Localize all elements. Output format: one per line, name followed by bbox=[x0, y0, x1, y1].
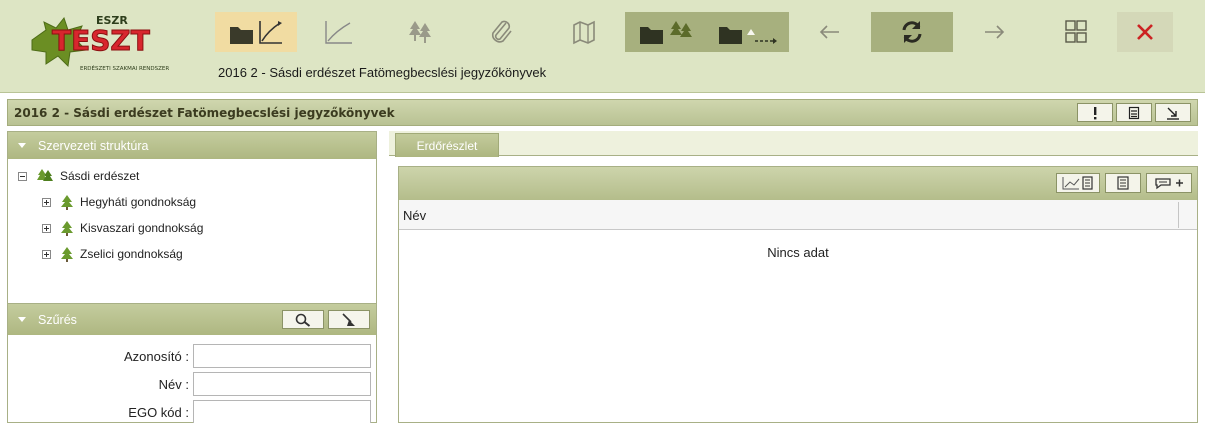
alert-icon bbox=[1094, 106, 1097, 119]
grid-toolbar-buttons bbox=[1056, 173, 1192, 193]
grid-view-button[interactable] bbox=[1035, 12, 1117, 52]
tab-label: Erdőrészlet bbox=[416, 138, 478, 153]
name-label: Név : bbox=[158, 377, 189, 392]
tree-expand-icon[interactable] bbox=[42, 249, 51, 259]
folder-trees-arrow-button[interactable] bbox=[707, 12, 789, 52]
tree-expand-icon[interactable] bbox=[42, 223, 51, 233]
folder-trees-button[interactable] bbox=[625, 12, 707, 52]
folder-trees-icon bbox=[640, 21, 692, 44]
tree-item-label: Hegyháti gondnokság bbox=[80, 195, 197, 209]
tree-root[interactable]: Sásdi erdészet bbox=[8, 163, 376, 189]
clear-filter-button[interactable] bbox=[328, 310, 370, 329]
back-arrow-icon bbox=[819, 25, 839, 39]
search-button[interactable] bbox=[282, 310, 324, 329]
column-separator bbox=[1178, 202, 1179, 228]
collapse-triangle-icon bbox=[18, 317, 26, 322]
data-grid-panel: Név Nincs adat bbox=[398, 166, 1198, 423]
title-bar-buttons bbox=[1077, 103, 1191, 122]
broom-icon bbox=[342, 312, 355, 326]
filter-row-ego: EGO kód : bbox=[8, 397, 376, 423]
svg-text:TESZT: TESZT bbox=[52, 24, 150, 57]
collapse-button[interactable] bbox=[1155, 103, 1191, 122]
tree-icon bbox=[61, 195, 73, 210]
filter-buttons bbox=[282, 310, 370, 329]
search-icon bbox=[295, 313, 311, 327]
refresh-button[interactable] bbox=[871, 12, 953, 52]
collapse-triangle-icon bbox=[18, 143, 26, 148]
line-chart-icon bbox=[325, 21, 352, 44]
filter-form: Azonosító : Név : EGO kód : bbox=[8, 335, 376, 423]
page-title: 2016 2 - Sásdi erdészet Fatömegbecslési … bbox=[218, 65, 547, 80]
name-input[interactable] bbox=[193, 372, 371, 396]
filter-section-title: Szűrés bbox=[38, 312, 77, 327]
tree-expand-icon[interactable] bbox=[42, 197, 51, 207]
tree-item-label: Zselici gondnokság bbox=[80, 247, 183, 261]
id-input[interactable] bbox=[193, 344, 371, 368]
tab-strip: Erdőrészlet bbox=[389, 131, 1198, 157]
attachment-button[interactable] bbox=[461, 12, 543, 52]
filter-section-header[interactable]: Szűrés bbox=[8, 303, 376, 335]
forward-arrow-icon bbox=[985, 25, 1005, 39]
refresh-icon bbox=[902, 21, 922, 43]
svg-text:ESZR: ESZR bbox=[96, 14, 128, 27]
app-logo: TESZT ESZR ERDÉSZETI SZAKMAI RENDSZER bbox=[24, 14, 194, 76]
chart-calculator-button[interactable] bbox=[1056, 173, 1100, 193]
tree-icon bbox=[61, 221, 73, 236]
form-button[interactable] bbox=[1116, 103, 1152, 122]
close-icon bbox=[1137, 24, 1153, 40]
filter-row-id: Azonosító : bbox=[8, 341, 376, 369]
tree-collapse-icon[interactable] bbox=[18, 171, 27, 181]
back-button[interactable] bbox=[789, 12, 871, 52]
folder-chart-icon bbox=[230, 21, 282, 44]
calculator-icon bbox=[1117, 176, 1129, 190]
left-panel: Szervezeti struktúra Sásdi erdészet Hegy… bbox=[7, 131, 377, 423]
column-header-name[interactable]: Név bbox=[403, 208, 426, 223]
tree-item-label: Kisvaszari gondnokság bbox=[80, 221, 204, 235]
trees-icon bbox=[409, 21, 431, 43]
window-title: 2016 2 - Sásdi erdészet Fatömegbecslési … bbox=[14, 106, 395, 120]
id-label: Azonosító : bbox=[123, 349, 189, 364]
grid-view-icon bbox=[1065, 20, 1087, 43]
organization-tree: Sásdi erdészet Hegyháti gondnokság Kisva… bbox=[8, 159, 376, 303]
line-chart-button[interactable] bbox=[297, 12, 379, 52]
add-comment-button[interactable] bbox=[1146, 173, 1192, 193]
empty-grid-message: Nincs adat bbox=[767, 245, 829, 260]
tree-icon bbox=[61, 247, 73, 262]
ego-code-input[interactable] bbox=[193, 400, 371, 423]
tree-item[interactable]: Kisvaszari gondnokság bbox=[8, 215, 376, 241]
grid-header: Név bbox=[399, 200, 1197, 230]
filter-row-name: Név : bbox=[8, 369, 376, 397]
trees-icon bbox=[37, 169, 53, 181]
window-title-bar: 2016 2 - Sásdi erdészet Fatömegbecslési … bbox=[7, 99, 1198, 126]
chart-calculator-icon bbox=[1062, 176, 1093, 190]
folder-trees-arrow-icon bbox=[719, 27, 777, 44]
close-button[interactable] bbox=[1117, 12, 1173, 52]
ego-code-label: EGO kód : bbox=[128, 405, 189, 420]
collapse-arrow-icon bbox=[1167, 107, 1179, 120]
map-icon bbox=[573, 20, 595, 45]
structure-section-title: Szervezeti struktúra bbox=[38, 138, 149, 153]
toolbar-buttons bbox=[215, 12, 1173, 52]
trees-button[interactable] bbox=[379, 12, 461, 52]
svg-text:ERDÉSZETI SZAKMAI RENDSZER: ERDÉSZETI SZAKMAI RENDSZER bbox=[80, 64, 169, 72]
paperclip-icon bbox=[491, 20, 512, 43]
structure-section-header[interactable]: Szervezeti struktúra bbox=[8, 132, 376, 159]
tree-item[interactable]: Hegyháti gondnokság bbox=[8, 189, 376, 215]
comment-add-icon bbox=[1155, 178, 1183, 190]
form-icon bbox=[1128, 106, 1140, 119]
forward-button[interactable] bbox=[953, 12, 1035, 52]
top-toolbar: TESZT ESZR ERDÉSZETI SZAKMAI RENDSZER 20… bbox=[0, 0, 1205, 93]
tab-forest-subcompartment[interactable]: Erdőrészlet bbox=[395, 133, 499, 157]
folder-chart-button[interactable] bbox=[215, 12, 297, 52]
tree-item[interactable]: Zselici gondnokság bbox=[8, 241, 376, 267]
calculator-button[interactable] bbox=[1105, 173, 1141, 193]
alert-button[interactable] bbox=[1077, 103, 1113, 122]
tree-root-label: Sásdi erdészet bbox=[60, 169, 140, 183]
map-button[interactable] bbox=[543, 12, 625, 52]
grid-toolbar bbox=[399, 167, 1197, 200]
